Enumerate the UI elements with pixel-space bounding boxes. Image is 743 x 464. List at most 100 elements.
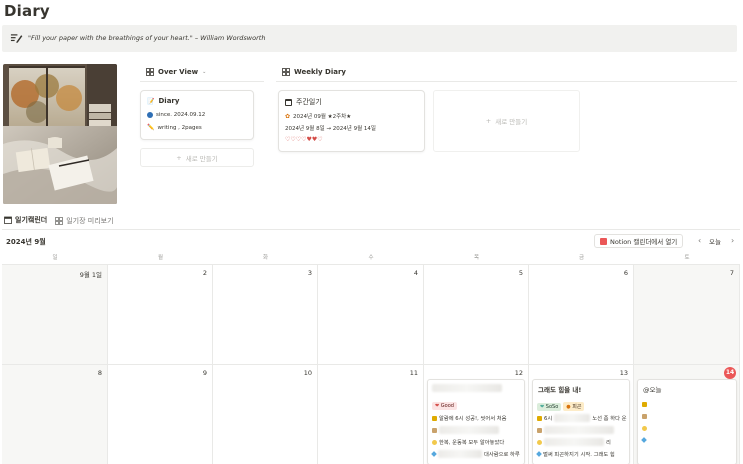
alarm-icon [642,402,647,407]
day-number: 9월 1일 [79,271,102,279]
diamond-icon [641,437,647,443]
diary-entry-card[interactable]: 그래도 힘을 내! ❤ SoSo ● 피곤 6시 노선 좀 하다 운 리 벌써 피… [532,379,630,464]
calendar-app-icon [600,237,607,245]
weekday-header: 일 [52,255,58,261]
calendar-grid: 일 월 화 수 목 금 토 9월 1일 2 3 4 5 6 7 8 9 10 1… [2,252,740,464]
overview-card-title-text: Diary [158,97,180,105]
weekday-header: 금 [578,255,585,261]
calendar-day-cell[interactable]: 2 [108,265,213,365]
tab-over-view-label: Over View [158,68,199,76]
entry-title: @오늘 [643,386,662,394]
calendar-day-cell[interactable]: 4 [318,265,424,365]
calendar-day-cell[interactable]: 8 [2,365,108,464]
tab-weekly-diary[interactable]: Weekly Diary [282,68,346,76]
meal-icon [642,414,647,419]
hearts-rating: ♡♡♡♡♥♥♡ [285,136,323,143]
plus-icon: + [485,117,492,125]
calendar-month-label: 2024년 9월 [6,238,46,246]
diary-entry-card[interactable]: @오늘 [637,379,737,464]
blurred-text [544,426,614,434]
overview-card[interactable]: 📝 Diary since. 2024.09.12 ✏️ writing , 2… [140,90,254,140]
entry-line: 노선 좀 하다 운 [592,416,627,422]
day-number: 6 [623,269,628,277]
overview-info: ✏️ writing , 2pages [147,124,202,131]
blurred-text [438,450,482,458]
tab-diary-preview[interactable]: 일기장 미리보기 [55,215,114,230]
ribbon-icon: ✿ [285,112,291,120]
day-number: 8 [97,369,102,377]
weekly-card[interactable]: 주간일기 ✿ 2024년 09월 ★2주차★ 2024년 9월 8일 → 202… [278,90,425,152]
calendar-day-cell[interactable]: 6 [529,265,634,365]
weekly-new-button[interactable]: + 새로 만들기 [433,90,580,152]
mood-tag-label: 피곤 [572,404,582,410]
day-number: 2 [202,269,207,277]
chevron-down-icon: ⌄ [202,69,207,75]
calendar-day-cell[interactable]: 7 [634,265,740,365]
tab-weekly-diary-label: Weekly Diary [294,68,346,76]
diamond-icon [431,451,437,457]
calendar-day-cell[interactable]: 9월 1일 [2,265,108,365]
calendar-day-cell[interactable]: 13 그래도 힘을 내! ❤ SoSo ● 피곤 6시 노선 좀 하다 운 리 벌… [529,365,634,464]
day-number: 13 [619,369,628,377]
diary-entry-card[interactable]: ❤ Good 알람에 6시 성공!, 씻어서 처음 한복, 운동복 모두 알아놓… [427,379,525,464]
calendar-day-cell[interactable]: 10 [213,365,318,464]
overview-new-button[interactable]: + 새로 만들기 [140,148,254,167]
calendar-day-cell[interactable]: 11 [318,365,424,464]
weekday-header: 토 [684,255,690,261]
entry-line: 리 [606,440,611,446]
calendar-day-cell[interactable]: 9 [108,365,213,464]
open-in-notion-calendar-button[interactable]: Notion 캘린더에서 열기 [594,234,684,248]
mood-tag-tired: ● 피곤 [563,402,585,411]
notebook-icon: 📝 [147,97,155,105]
calendar-view-tabs: 일기캨린더 일기장 미리보기 [4,215,114,230]
prev-month-button[interactable]: ‹ [698,236,701,245]
week-text: 2024년 09월 ★2주차★ [293,114,352,120]
calendar-day-cell[interactable]: 12 ❤ Good 알람에 6시 성공!, 씻어서 처음 한복, 운동복 모두 … [424,365,529,464]
today-badge: 14 [724,367,736,379]
calendar-day-cell[interactable]: 3 [213,265,318,365]
alarm-icon [537,415,542,421]
meal-icon [537,427,542,433]
tab-over-view[interactable]: Over View ⌄ [146,68,206,76]
tab-label: 일기캨린더 [15,216,48,224]
mood-tag-soso: ❤ SoSo [537,402,562,411]
tab-diary-calendar[interactable]: 일기캨린더 [4,215,48,230]
entry-line: 대사람으로 하루 [484,452,520,458]
weekly-hearts: ♡♡♡♡♥♥♡ [285,136,323,143]
weekday-header: 화 [262,255,269,261]
today-button[interactable]: 오늘 [709,236,721,246]
divider [2,229,740,230]
blurred-text [554,414,591,422]
weekday-header: 목 [473,255,480,261]
calendar-day-cell-today[interactable]: 14 @오늘 [634,365,740,464]
blurred-text [544,438,604,446]
calendar-icon [285,98,292,106]
overview-since: since. 2024.09.12 [147,112,205,118]
diary-cover-image [3,64,117,204]
weekday-header: 월 [157,255,164,261]
day-number: 9 [202,369,207,377]
globe-icon [147,112,153,118]
flame-icon: ● [566,404,571,410]
plus-icon: + [176,153,182,162]
entry-line: 6시 [544,416,553,422]
mood-tag-good: ❤ Good [432,402,457,410]
entry-line: 벌써 피곤하지기 시작. 그래도 힘 [543,452,615,458]
pencil-icon: ✏️ [147,124,155,131]
meal-icon [432,427,437,433]
day-number: 12 [514,369,523,377]
tab-label: 일기장 미리보기 [66,216,114,225]
blurred-title [432,384,502,392]
next-month-button[interactable]: › [731,236,734,245]
calendar-day-cell[interactable]: 5 [424,265,529,365]
overview-card-title: 📝 Diary [147,97,179,105]
bulb-icon [642,426,647,431]
new-button-label: 새로 만들기 [495,118,528,126]
heart-icon: ❤ [540,403,545,410]
mood-tag-label: Good [440,403,454,409]
new-button-label: 새로 만들기 [185,154,218,163]
edit-note-icon [10,34,23,43]
open-in-notion-label: Notion 캘린더에서 열기 [610,238,678,246]
mood-tag-label: SoSo [545,403,559,410]
day-number: 7 [729,269,734,277]
